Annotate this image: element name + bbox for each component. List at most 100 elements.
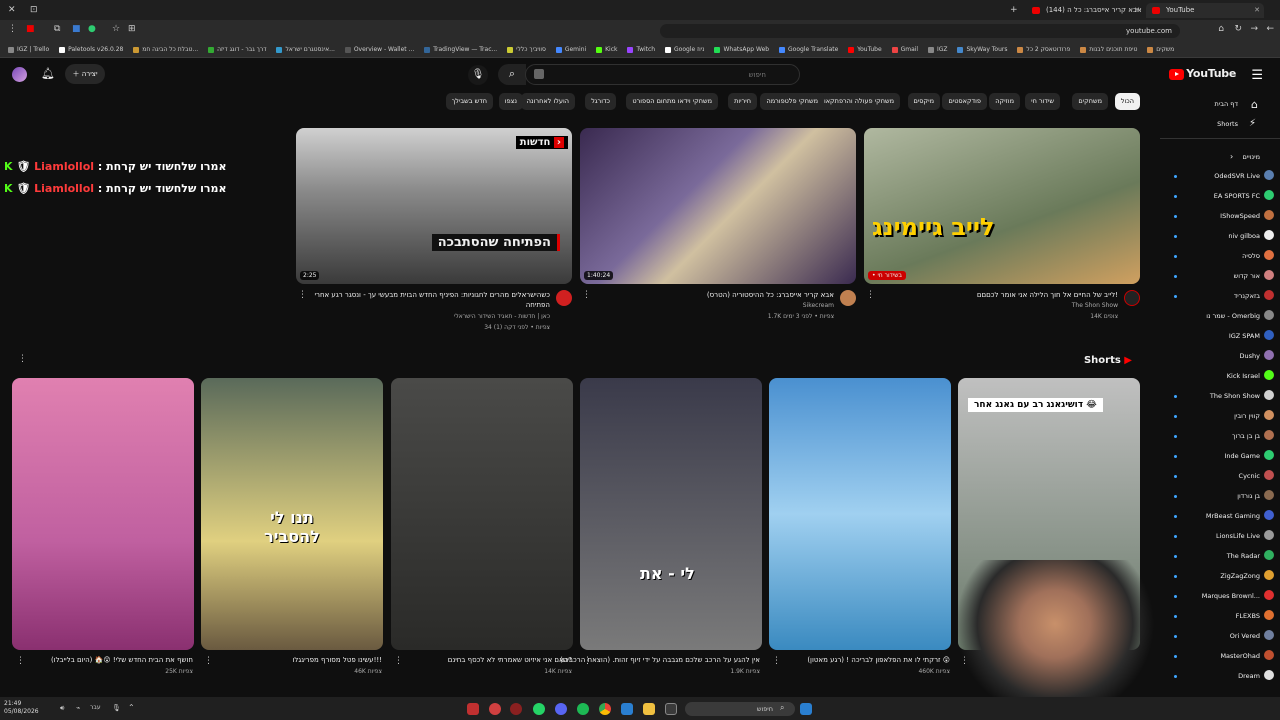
bookmark-item[interactable]: Google Translate (779, 42, 838, 57)
chrome-icon[interactable] (599, 703, 611, 715)
chip-all[interactable]: הכול (1114, 93, 1140, 110)
bookmark-item[interactable]: משקים (1147, 42, 1174, 57)
bookmark-item[interactable]: TradingView — Trac... (424, 42, 497, 57)
windows-start-icon[interactable] (800, 703, 812, 715)
sidebar-channel-item[interactable]: Ori Vered (1230, 630, 1274, 640)
chip-watched[interactable]: נצפו (498, 93, 523, 110)
bookmark-item[interactable]: Overview - Wallet ... (344, 42, 414, 57)
short-title[interactable]: זרקתי לו את הפלאפון לבריכה ! (רגע מאטון)… (807, 656, 950, 664)
chip-mixes[interactable]: מיקסים (907, 93, 940, 110)
sidebar-channel-item[interactable]: בן גורדון (1237, 490, 1274, 500)
bookmark-item[interactable]: SkyWay Tours (957, 42, 1007, 57)
sidebar-channel-item[interactable]: niv gilboa (1228, 230, 1274, 240)
channel-avatar[interactable] (556, 290, 572, 306)
notifications-bell-icon[interactable]: 🔔︎ (41, 67, 55, 80)
sidebar-channel-item[interactable]: OdedSVR Live (1214, 170, 1274, 180)
avatar[interactable] (12, 67, 27, 82)
taskbar-app-icon[interactable] (467, 703, 479, 715)
chip-music[interactable]: מוזיקה (989, 93, 1020, 110)
sidebar-channel-item[interactable]: בן בן ברוך (1232, 430, 1274, 440)
bookmark-item[interactable]: Twitch (627, 42, 655, 57)
close-tab-icon[interactable]: ✕ (1134, 3, 1140, 18)
short-title[interactable]: האם אני איזיוט שאמרתי לא לכסף בחינם? (448, 656, 572, 664)
new-tab-icon[interactable]: + (1010, 5, 1018, 15)
back-icon[interactable]: ← (1266, 24, 1274, 34)
chip-platform[interactable]: משחקי פלטפורמה (760, 93, 824, 110)
video-thumbnail[interactable]: חדשות › הפתיחה שהסתבכה 2:25 (296, 128, 572, 284)
sidebar-channel-item[interactable]: MasterOhad (1220, 650, 1274, 660)
network-icon[interactable]: ⌁ (76, 704, 80, 712)
taskbar-app-icon[interactable] (621, 703, 633, 715)
video-title[interactable]: לייב של החיים אל חוך הלילה אני אומר לכםם… (977, 290, 1118, 300)
chip-action-adventure[interactable]: משחקי פעולה והרפתקאות (813, 93, 900, 110)
sidebar-channel-item[interactable]: Dream (1238, 670, 1274, 680)
bookmark-item[interactable]: פרודוטאסק 2 כל (1017, 42, 1070, 57)
bookmark-star-icon[interactable]: ☆ (112, 24, 120, 34)
short-thumbnail[interactable]: תנו לי להסביר (201, 378, 383, 650)
sidebar-channel-item[interactable]: MrBeast Gaming (1206, 510, 1274, 520)
video-title[interactable]: כשהישראלים מהרים לחגוניות: הפיניף החדש ה… (290, 290, 550, 310)
more-options-icon[interactable]: ⋮ (583, 656, 592, 666)
video-thumbnail[interactable]: 1:40:24 (580, 128, 856, 284)
bookmark-item[interactable]: YouTube (848, 42, 882, 57)
install-app-icon[interactable]: ⊞ (128, 24, 136, 34)
bookmark-item[interactable]: Google ניוז (665, 42, 705, 57)
extension-icon[interactable]: ● (88, 24, 96, 34)
sidebar-channel-item[interactable]: קווין רובין (1234, 410, 1274, 420)
chip-new-for-you[interactable]: חדש בשבילך (445, 93, 493, 110)
sidebar-channel-item[interactable]: Dushy (1240, 350, 1274, 360)
video-thumbnail[interactable]: לייב גיימינג • בשידור חי (864, 128, 1140, 284)
taskbar-clock[interactable]: 21:49 05/08/2026 (4, 700, 39, 716)
reload-icon[interactable]: ↻ (1234, 24, 1242, 34)
channel-avatar[interactable] (1124, 290, 1140, 306)
short-thumbnail[interactable]: לי - את (580, 378, 762, 650)
mic-tray-icon[interactable]: 🎙︎ (112, 704, 121, 712)
menu-dots-icon[interactable]: ⋮ (8, 24, 17, 34)
tray-chevron-icon[interactable]: ⌃ (128, 703, 135, 712)
create-button[interactable]: ＋ יצירה (65, 64, 105, 84)
channel-name[interactable]: כאן | חדשות - תאגיד השידור הישראלי (454, 313, 550, 320)
home-icon[interactable]: ⌂ (1218, 24, 1224, 34)
keyboard-icon[interactable] (534, 69, 544, 79)
channel-avatar[interactable] (840, 290, 856, 306)
search-input[interactable] (536, 65, 766, 84)
chip-tires[interactable]: חיריות (728, 93, 757, 110)
tab-video[interactable]: (144) אבא קריר אייסברג: כל ה ✕ (1026, 3, 1144, 18)
tab-youtube[interactable]: YouTube ✕ (1146, 3, 1264, 18)
channel-name[interactable]: The Shon Show (1072, 302, 1118, 309)
search-button[interactable]: ⌕ (498, 64, 526, 85)
sidebar-channel-item[interactable]: EA SPORTS FC (1214, 190, 1274, 200)
chip-sports-games[interactable]: משחקי וידאו מתחום הספורט (626, 93, 718, 110)
discord-icon[interactable] (555, 703, 567, 715)
sidebar-channel-item[interactable]: IGZ SPAM (1229, 330, 1274, 340)
bookmark-item[interactable]: Paletools v26.0.28 (59, 42, 123, 57)
bookmark-item[interactable]: IGZ (928, 42, 948, 57)
chip-football[interactable]: כדורגל (585, 93, 616, 110)
more-options-icon[interactable]: ⋮ (394, 656, 403, 666)
channel-name[interactable]: Sikecream (803, 302, 834, 309)
voice-search-mic-icon[interactable]: 🎙︎ (468, 65, 488, 85)
address-bar[interactable]: youtube.com (660, 24, 1180, 38)
sidebar-channel-item[interactable]: LionsLife Live (1216, 530, 1274, 540)
volume-icon[interactable]: 🔊︎ (60, 704, 64, 713)
bookmark-item[interactable]: Kick (596, 42, 617, 57)
extension-icon[interactable]: ■ (26, 24, 35, 34)
taskbar-app-icon[interactable] (510, 703, 522, 715)
whatsapp-icon[interactable] (533, 703, 545, 715)
video-title[interactable]: אבא קריר אייסברג: כל ההיסטוריה (הטרס) (707, 290, 834, 300)
bookmark-item[interactable]: Gemini (555, 42, 586, 57)
language-indicator[interactable]: עבר (90, 704, 101, 711)
sidebar-channel-item[interactable]: בזאקנריד (1234, 290, 1274, 300)
guide-menu-icon[interactable]: ☰ (1251, 68, 1263, 83)
more-options-icon[interactable]: ⋮ (582, 290, 591, 300)
more-options-icon[interactable]: ⋮ (298, 290, 307, 300)
sidebar-channel-item[interactable]: Cycnic (1239, 470, 1274, 480)
sidebar-channel-item[interactable]: FLEXBS (1236, 610, 1274, 620)
sidebar-channel-item[interactable]: ZigZagZong (1220, 570, 1274, 580)
bookmark-item[interactable]: WhatsApp Web (714, 42, 769, 57)
close-tab-icon[interactable]: ✕ (1254, 3, 1260, 18)
more-options-icon[interactable]: ⋮ (204, 656, 213, 666)
more-options-icon[interactable]: ⋮ (772, 656, 781, 666)
bookmark-item[interactable]: טבלת כל הביגה חמ... (133, 42, 198, 57)
bookmark-item[interactable]: אינסטגרם ישראל... (276, 42, 335, 57)
